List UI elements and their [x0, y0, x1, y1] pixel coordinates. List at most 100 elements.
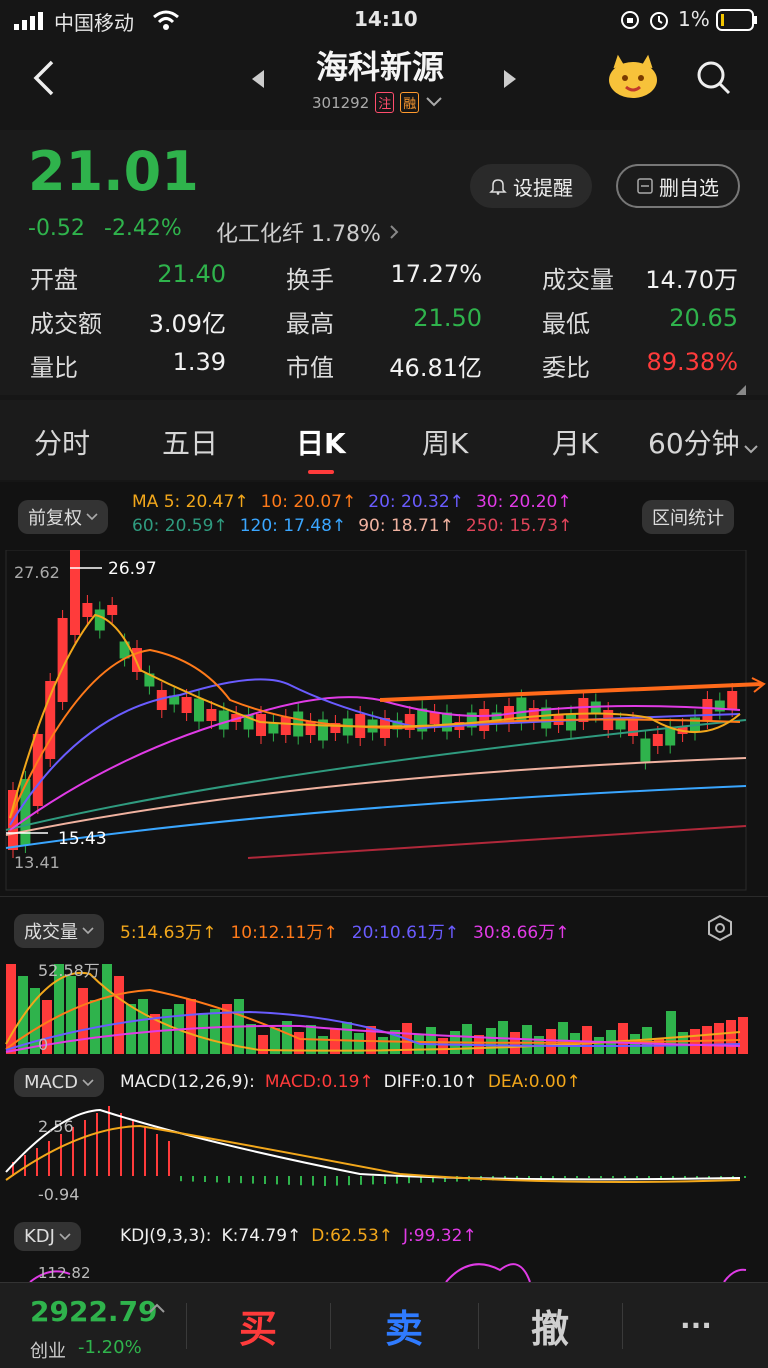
candle [404, 706, 415, 738]
macd-bar [348, 1176, 350, 1186]
volume-dropdown[interactable]: 成交量 [14, 914, 104, 948]
macd-bar [48, 1141, 50, 1176]
stat-volume-value: 14.70万 [645, 266, 738, 294]
bell-icon [489, 179, 507, 195]
volume-bar [582, 1026, 592, 1054]
kdj-max-label: 112.82 [38, 1264, 91, 1282]
chevron-down-icon [82, 1078, 94, 1086]
kline-chart[interactable]: 26.97 15.43 27.62 13.41 [0, 550, 768, 892]
high-label: 26.97 [108, 559, 157, 579]
stat-amount-value: 3.09亿 [148, 310, 226, 338]
expand-corner-icon[interactable] [736, 380, 746, 399]
stat-volume-ratio-value: 1.39 [172, 348, 226, 376]
macd-bar [624, 1176, 626, 1178]
chevron-down-icon [59, 1232, 71, 1240]
buy-button[interactable]: 买 [188, 1283, 328, 1368]
macd-bar [600, 1176, 602, 1178]
prev-stock-icon[interactable] [252, 70, 266, 92]
tab-weekly-k[interactable]: 周K [422, 422, 468, 462]
set-alert-label: 设提醒 [513, 175, 573, 200]
minus-box-icon [637, 178, 653, 194]
chevron-right-icon [390, 225, 399, 239]
macd-dropdown[interactable]: MACD [14, 1068, 104, 1097]
macd-bar [312, 1176, 314, 1186]
range-stats-button[interactable]: 区间统计 [642, 500, 734, 534]
settings-hexagon-icon[interactable] [706, 914, 734, 946]
macd-bar [276, 1176, 278, 1185]
stock-name: 海科新源 [316, 48, 445, 86]
macd-bar [636, 1176, 638, 1178]
tab-daily-k[interactable]: 日K [296, 422, 346, 462]
ma90-line [5, 757, 747, 836]
kdj-dropdown[interactable]: KDJ [14, 1222, 81, 1251]
volume-min-label: 0 [38, 1035, 48, 1054]
macd-bar [144, 1127, 146, 1176]
candle [330, 715, 341, 741]
tab-monthly-k[interactable]: 月K [552, 422, 598, 462]
macd-bar [648, 1176, 650, 1178]
macd-legend: MACD(12,26,9): MACD:0.19↑ DIFF:0.10↑ DEA… [120, 1072, 581, 1092]
candle [144, 665, 155, 695]
stat-low-value: 20.65 [669, 304, 738, 332]
macd-bar [576, 1176, 578, 1178]
ma250-label: 250: 15.73↑ [465, 516, 573, 536]
y-min-label: 13.41 [14, 853, 60, 872]
candle [280, 709, 291, 743]
next-stock-icon[interactable] [502, 70, 516, 92]
macd-bar [552, 1176, 554, 1179]
remove-watchlist-button[interactable]: 删自选 [616, 164, 740, 208]
mascot-icon[interactable] [606, 54, 660, 104]
candle [417, 700, 428, 740]
stat-turnover: 换手 [286, 266, 334, 294]
price-change: -0.52 [28, 216, 85, 241]
stat-market-cap-value: 46.81亿 [389, 354, 482, 382]
price-change-pct: -2.42% [104, 216, 182, 241]
candle [70, 550, 80, 643]
volume-chart[interactable]: 52.58万 0 [0, 954, 768, 1060]
macd-bar [324, 1176, 326, 1186]
macd-bar [228, 1176, 230, 1183]
macd-bar [132, 1120, 134, 1176]
kline-chart-area: 前复权 MA 5: 20.47↑ 10: 20.07↑ 20: 20.32↑ 3… [0, 482, 768, 1282]
diff-value: DIFF:0.10↑ [383, 1072, 478, 1092]
candle [268, 714, 279, 742]
trade-bar: 2922.79 创业 -1.20% 买 卖 撤 ··· [0, 1282, 768, 1368]
volume-bar [714, 1023, 724, 1054]
ma20-label: 20: 20.32↑ [368, 492, 464, 512]
ma60-line [5, 719, 747, 831]
candle [94, 601, 105, 639]
macd-bar [36, 1148, 38, 1176]
set-alert-button[interactable]: 设提醒 [470, 164, 592, 208]
registration-badge: 注 [375, 92, 395, 113]
chevron-down-icon[interactable] [744, 440, 758, 459]
chevron-up-icon[interactable] [148, 1299, 166, 1318]
macd-bar [660, 1176, 662, 1178]
sell-button[interactable]: 卖 [332, 1283, 476, 1368]
sector-link[interactable]: 化工化纤 1.78% [216, 216, 399, 248]
ma-legend-line2: 60: 20.59↑ 120: 17.48↑ 90: 18.71↑ 250: 1… [132, 516, 572, 536]
macd-bar [156, 1134, 158, 1176]
more-button[interactable]: ··· [624, 1283, 768, 1368]
kdj-chart[interactable]: 112.82 [0, 1258, 768, 1282]
battery-percent: 1% [678, 7, 710, 31]
stock-code: 301292 [312, 93, 370, 112]
volume-bar [486, 1028, 496, 1054]
macd-bar [372, 1176, 374, 1185]
tab-five-day[interactable]: 五日 [162, 422, 218, 462]
chevron-down-icon[interactable] [425, 94, 443, 112]
volume-legend: 5:14.63万↑ 10:12.11万↑ 20:10.61万↑ 30:8.66万… [120, 918, 570, 943]
carrier-label: 中国移动 [54, 11, 134, 35]
macd-chart[interactable]: 2.56 -0.94 [0, 1102, 768, 1212]
alarm-icon [648, 9, 670, 36]
cancel-order-button[interactable]: 撤 [480, 1283, 620, 1368]
macd-bar [180, 1176, 182, 1182]
index-value[interactable]: 2922.79 [30, 1295, 158, 1328]
vol20-label: 20:10.61万↑ [351, 923, 460, 943]
search-icon[interactable] [696, 60, 732, 100]
candle [541, 699, 552, 737]
volume-bar [342, 1022, 352, 1054]
tab-60min[interactable]: 60分钟 [648, 422, 740, 462]
back-icon[interactable] [30, 58, 60, 102]
tab-intraday[interactable]: 分时 [34, 422, 90, 462]
adjust-dropdown[interactable]: 前复权 [18, 500, 108, 534]
